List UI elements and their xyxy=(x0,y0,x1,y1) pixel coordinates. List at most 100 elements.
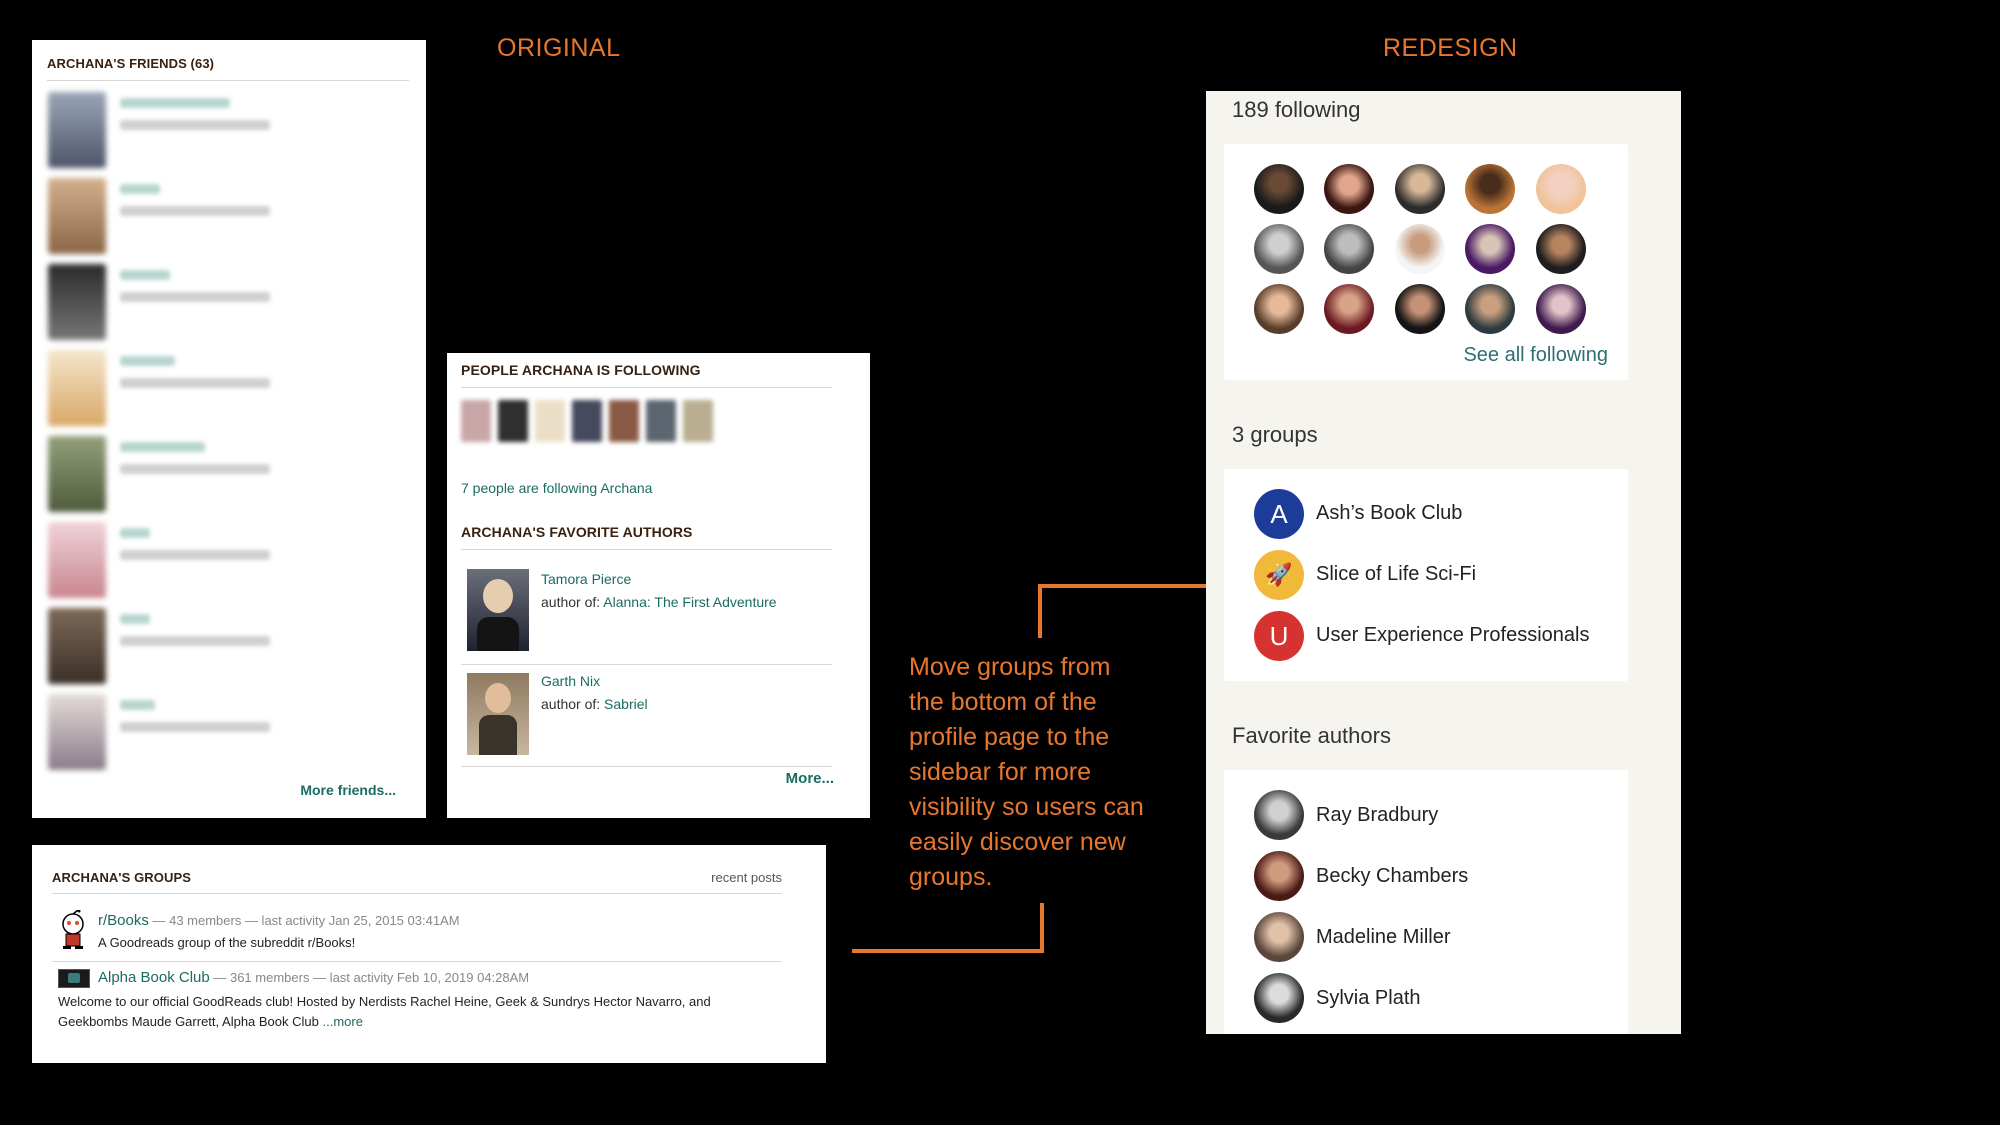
group-name[interactable]: Slice of Life Sci-Fi xyxy=(1316,563,1476,586)
followers-link[interactable]: 7 people are following Archana xyxy=(461,480,652,496)
author-name[interactable]: Tamora Pierce xyxy=(541,571,631,587)
avatar[interactable] xyxy=(609,400,639,442)
avatar[interactable] xyxy=(498,400,528,442)
group-description: Welcome to our official GoodReads club! … xyxy=(58,992,711,1032)
friend-item[interactable] xyxy=(48,350,428,430)
groups-title: ARCHANA'S GROUPS xyxy=(52,870,192,885)
groups-card: A Ash’s Book Club 🚀 Slice of Life Sci-Fi… xyxy=(1224,469,1628,681)
author-name[interactable]: Madeline Miller xyxy=(1316,926,1451,949)
group-name-link[interactable]: Alpha Book Club xyxy=(98,969,210,986)
avatar[interactable] xyxy=(1395,224,1445,274)
annotation-line: visibility so users can xyxy=(909,793,1144,821)
author-name[interactable]: Ray Bradbury xyxy=(1316,804,1438,827)
avatar[interactable] xyxy=(1254,164,1304,214)
connector-line xyxy=(1038,584,1042,638)
rocket-icon: 🚀 xyxy=(1254,550,1304,600)
avatar[interactable] xyxy=(1465,164,1515,214)
group-name[interactable]: Ash’s Book Club xyxy=(1316,502,1462,525)
avatar[interactable] xyxy=(48,522,106,598)
friends-title: ARCHANA'S FRIENDS (63) xyxy=(47,56,215,71)
see-all-following-link[interactable]: See all following xyxy=(1463,344,1608,367)
avatar[interactable] xyxy=(48,264,106,340)
authors-title: ARCHANA'S FAVORITE AUTHORS xyxy=(461,524,693,540)
following-avatars xyxy=(461,400,721,445)
author-avatar[interactable] xyxy=(1254,912,1304,962)
annotation-line: groups. xyxy=(909,863,993,891)
friend-item[interactable] xyxy=(48,264,428,344)
annotation-line: profile page to the xyxy=(909,723,1110,751)
recent-posts-link[interactable]: recent posts xyxy=(711,870,782,885)
author-avatar[interactable] xyxy=(1254,973,1304,1023)
following-panel: PEOPLE ARCHANA IS FOLLOWING 7 people are… xyxy=(447,353,870,818)
avatar[interactable] xyxy=(48,178,106,254)
avatar[interactable] xyxy=(48,436,106,512)
avatar[interactable] xyxy=(683,400,713,442)
author-avatar[interactable] xyxy=(1254,790,1304,840)
avatar[interactable] xyxy=(48,92,106,168)
author-prefix: author of: xyxy=(541,594,601,610)
connector-line xyxy=(1040,903,1044,953)
group-name[interactable]: User Experience Professionals xyxy=(1316,624,1589,647)
more-authors-link[interactable]: More... xyxy=(786,770,834,787)
avatar[interactable] xyxy=(48,350,106,426)
avatar[interactable] xyxy=(1324,284,1374,334)
avatar[interactable] xyxy=(1536,224,1586,274)
friend-item[interactable] xyxy=(48,436,428,516)
redesign-label: REDESIGN xyxy=(1383,34,1518,62)
author-book-link[interactable]: Alanna: The First Adventure xyxy=(603,594,776,610)
friend-item[interactable] xyxy=(48,694,428,774)
connector-line xyxy=(1038,584,1208,588)
author-photo[interactable] xyxy=(467,673,529,755)
avatar[interactable] xyxy=(1324,164,1374,214)
avatar[interactable] xyxy=(461,400,491,442)
group-name-link[interactable]: r/Books xyxy=(98,912,149,929)
avatar[interactable] xyxy=(1254,284,1304,334)
group-meta: — 43 members — last activity Jan 25, 201… xyxy=(148,913,460,928)
avatar[interactable] xyxy=(1465,284,1515,334)
more-friends-link[interactable]: More friends... xyxy=(300,782,396,798)
friend-item[interactable] xyxy=(48,522,428,602)
following-card: See all following xyxy=(1224,144,1628,380)
book-club-logo-icon xyxy=(58,969,90,988)
avatar[interactable] xyxy=(1254,224,1304,274)
author-photo[interactable] xyxy=(467,569,529,651)
favorite-authors-header: Favorite authors xyxy=(1232,723,1391,748)
avatar[interactable] xyxy=(48,608,106,684)
author-name[interactable]: Becky Chambers xyxy=(1316,865,1468,888)
redesign-sidebar: 189 following See all following 3 groups… xyxy=(1206,91,1681,1034)
following-count-header: 189 following xyxy=(1232,97,1361,122)
following-title: PEOPLE ARCHANA IS FOLLOWING xyxy=(461,362,701,378)
reddit-alien-icon xyxy=(58,909,88,950)
annotation-text: Move groups from the bottom of the profi… xyxy=(909,650,1209,895)
avatar[interactable] xyxy=(572,400,602,442)
friend-item[interactable] xyxy=(48,92,428,172)
avatar[interactable] xyxy=(1536,164,1586,214)
avatar[interactable] xyxy=(1395,164,1445,214)
group-meta: — 361 members — last activity Feb 10, 20… xyxy=(209,970,530,985)
friend-item[interactable] xyxy=(48,178,428,258)
original-label: ORIGINAL xyxy=(497,34,621,62)
avatar[interactable] xyxy=(1465,224,1515,274)
group-description-line: Geekbombs Maude Garrett, Alpha Book Club xyxy=(58,1014,323,1029)
more-link[interactable]: ...more xyxy=(322,1014,362,1029)
author-name[interactable]: Garth Nix xyxy=(541,673,600,689)
group-icon: A xyxy=(1254,489,1304,539)
annotation-line: easily discover new xyxy=(909,828,1126,856)
friend-item[interactable] xyxy=(48,608,428,688)
author-prefix: author of: xyxy=(541,696,601,712)
avatar[interactable] xyxy=(1395,284,1445,334)
friends-panel: ARCHANA'S FRIENDS (63) More friends... xyxy=(32,40,426,818)
annotation-line: the bottom of the xyxy=(909,688,1097,716)
author-name[interactable]: Sylvia Plath xyxy=(1316,987,1421,1010)
avatar[interactable] xyxy=(48,694,106,770)
avatar[interactable] xyxy=(1536,284,1586,334)
avatar[interactable] xyxy=(1324,224,1374,274)
avatar[interactable] xyxy=(646,400,676,442)
annotation-line: sidebar for more xyxy=(909,758,1092,786)
author-book-link[interactable]: Sabriel xyxy=(604,696,648,712)
groups-count-header: 3 groups xyxy=(1232,422,1318,447)
annotation-line: Move groups from xyxy=(909,653,1111,681)
connector-line xyxy=(852,949,1044,953)
avatar[interactable] xyxy=(535,400,565,442)
author-avatar[interactable] xyxy=(1254,851,1304,901)
